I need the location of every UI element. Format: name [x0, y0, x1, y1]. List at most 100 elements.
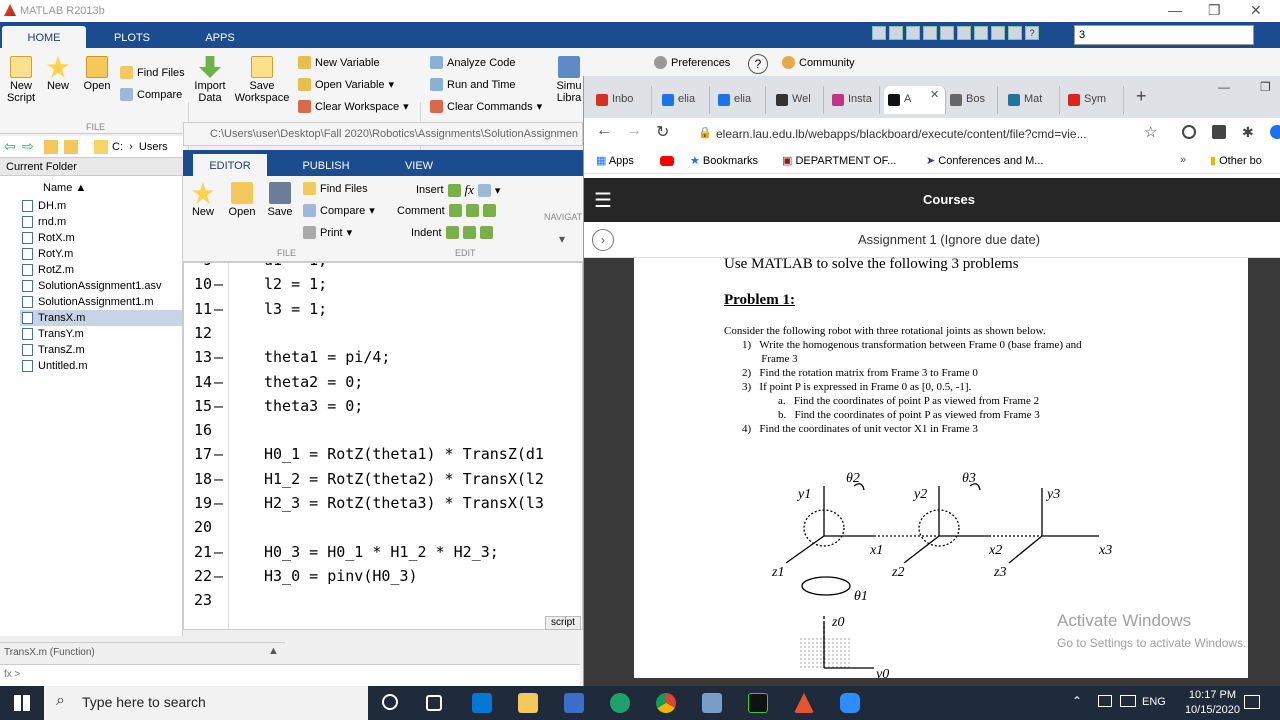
save-workspace-button[interactable]: Save Workspace [234, 56, 290, 104]
bookmark-star-icon[interactable]: ☆ [1144, 123, 1157, 141]
file-item[interactable]: SolutionAssignment1.m [20, 294, 182, 310]
notification-icon[interactable] [1244, 695, 1260, 709]
browser-tab[interactable]: Sym [1064, 86, 1124, 114]
insert-button[interactable]: Insert fx ▾ [416, 182, 500, 198]
language-indicator[interactable]: ENG [1142, 696, 1166, 708]
file-explorer-icon[interactable] [518, 693, 538, 713]
breakpoint-marker[interactable]: — [214, 445, 226, 463]
folder-path[interactable]: C: › Users [112, 141, 168, 153]
quick-icon-9[interactable] [1008, 26, 1022, 40]
code-line[interactable]: theta3 = 0; [264, 397, 363, 415]
reload-icon[interactable]: ↻ [656, 122, 669, 142]
breakpoint-marker[interactable]: — [214, 543, 226, 561]
compare-button[interactable]: Compare [120, 88, 182, 101]
tab-publish[interactable]: PUBLISH [293, 154, 359, 176]
up-folder-icon[interactable] [44, 140, 58, 154]
browser-tab[interactable]: Wel [772, 86, 824, 114]
zoom-icon[interactable] [840, 693, 860, 713]
breakpoint-marker[interactable]: — [214, 470, 226, 488]
breakpoint-marker[interactable]: — [214, 348, 226, 366]
breakpoint-marker[interactable]: — [214, 397, 226, 415]
new-variable-button[interactable]: New Variable [298, 56, 380, 69]
minimize-icon[interactable]: — [1168, 2, 1182, 18]
pycharm-icon[interactable] [748, 693, 768, 713]
indent-icon[interactable] [462, 226, 476, 239]
task-view-icon[interactable] [426, 695, 442, 711]
chevron-down-icon[interactable]: ▾ [559, 232, 565, 246]
editor-print-button[interactable]: Print ▾ [303, 226, 352, 239]
store-icon[interactable] [564, 693, 584, 713]
close-tab-icon[interactable]: ✕ [930, 88, 939, 101]
quick-icon-8[interactable] [991, 26, 1005, 40]
help-circle-icon[interactable]: ? [748, 54, 768, 74]
command-window[interactable]: fx > [0, 664, 580, 686]
breakpoint-marker[interactable]: — [214, 300, 226, 318]
mail-icon[interactable] [472, 693, 492, 713]
run-and-time-button[interactable]: Run and Time [430, 78, 515, 91]
clear-commands-button[interactable]: Clear Commands ▾ [430, 100, 542, 113]
tab-plots[interactable]: PLOTS [100, 26, 164, 48]
breakpoint-marker[interactable]: — [214, 567, 226, 585]
browser-tab[interactable]: Bos [946, 86, 998, 114]
code-line[interactable]: H1_2 = RotZ(theta2) * TransX(l2 [264, 470, 544, 488]
bookmarks-overflow-icon[interactable]: » [1180, 154, 1186, 166]
code-line[interactable]: d1 = 1; [264, 263, 327, 269]
quick-icon-2[interactable] [889, 26, 903, 40]
file-item[interactable]: rnd.m [20, 214, 182, 230]
file-item[interactable]: Untitled.m [20, 358, 182, 374]
quick-icon-4[interactable] [923, 26, 937, 40]
browser-maximize-icon[interactable]: ❐ [1260, 80, 1271, 94]
code-line[interactable]: theta1 = pi/4; [264, 348, 390, 366]
code-line[interactable]: l2 = 1; [264, 275, 327, 293]
quick-icon-1[interactable] [872, 26, 886, 40]
extension-sync-icon[interactable] [1182, 125, 1196, 139]
youtube-icon[interactable] [660, 156, 674, 166]
profile-avatar[interactable] [1270, 125, 1280, 139]
file-item[interactable]: RotZ.m [20, 262, 182, 278]
wrap-comment-icon[interactable] [482, 204, 496, 217]
browser-minimize-icon[interactable]: — [1218, 80, 1230, 94]
file-item[interactable]: TransZ.m [20, 342, 182, 358]
quick-icon-6[interactable] [957, 26, 971, 40]
import-data-button[interactable]: Import Data [192, 56, 228, 104]
analyze-code-button[interactable]: Analyze Code [430, 56, 516, 69]
browser-tab[interactable]: Insta [828, 86, 880, 114]
network-icon[interactable] [1098, 695, 1112, 707]
editor-find-files-button[interactable]: Find Files [303, 182, 368, 195]
bookmark-department[interactable]: ▣ DEPARTMENT OF... [782, 154, 896, 167]
browser-tab[interactable]: Mat [1004, 86, 1060, 114]
notepad-icon[interactable] [702, 693, 722, 713]
url-bar[interactable]: 🔒 elearn.lau.edu.lb/webapps/blackboard/ex… [684, 122, 1164, 146]
open-button[interactable]: Open [82, 56, 112, 92]
forward-icon[interactable]: → [626, 122, 642, 140]
tab-editor[interactable]: EDITOR [193, 154, 267, 176]
browser-tab[interactable]: Inbo [592, 86, 652, 114]
tab-apps[interactable]: APPS [190, 26, 250, 48]
browse-folder-icon[interactable] [64, 140, 78, 154]
breakpoint-marker[interactable]: — [214, 263, 226, 269]
breakpoint-marker[interactable]: — [214, 275, 226, 293]
quick-icon-5[interactable] [940, 26, 954, 40]
browser-tab[interactable]: elia [714, 86, 766, 114]
editor-compare-button[interactable]: Compare ▾ [303, 204, 375, 217]
find-files-button[interactable]: Find Files [120, 66, 185, 79]
bookmark-bookmarks[interactable]: ★ Bookmarks [690, 154, 758, 167]
breakpoint-marker[interactable]: — [214, 373, 226, 391]
breakpoint-marker[interactable]: — [214, 494, 226, 512]
cortana-icon[interactable] [382, 694, 398, 710]
code-line[interactable]: theta2 = 0; [264, 373, 363, 391]
tab-view[interactable]: VIEW [391, 154, 447, 176]
outdent-icon[interactable] [479, 226, 493, 239]
taskbar-search-input[interactable]: ⌕ Type here to search [44, 686, 368, 720]
editor-new-button[interactable]: New [189, 182, 217, 218]
back-arrow-icon[interactable]: ⇦ [4, 138, 16, 155]
code-line[interactable]: H2_3 = RotZ(theta3) * TransX(l3 [264, 494, 544, 512]
search-clear-icon[interactable]: ✕ [1242, 27, 1252, 41]
community-button[interactable]: Community [782, 56, 855, 69]
bookmark-other[interactable]: ▮ Other bo [1210, 154, 1262, 167]
uncomment-icon[interactable] [465, 204, 479, 217]
back-icon[interactable]: ← [596, 122, 612, 140]
code-line[interactable]: l3 = 1; [264, 300, 327, 318]
fx-icon[interactable]: fx [465, 182, 474, 198]
code-line[interactable]: H3_0 = pinv(H0_3) [264, 567, 418, 585]
